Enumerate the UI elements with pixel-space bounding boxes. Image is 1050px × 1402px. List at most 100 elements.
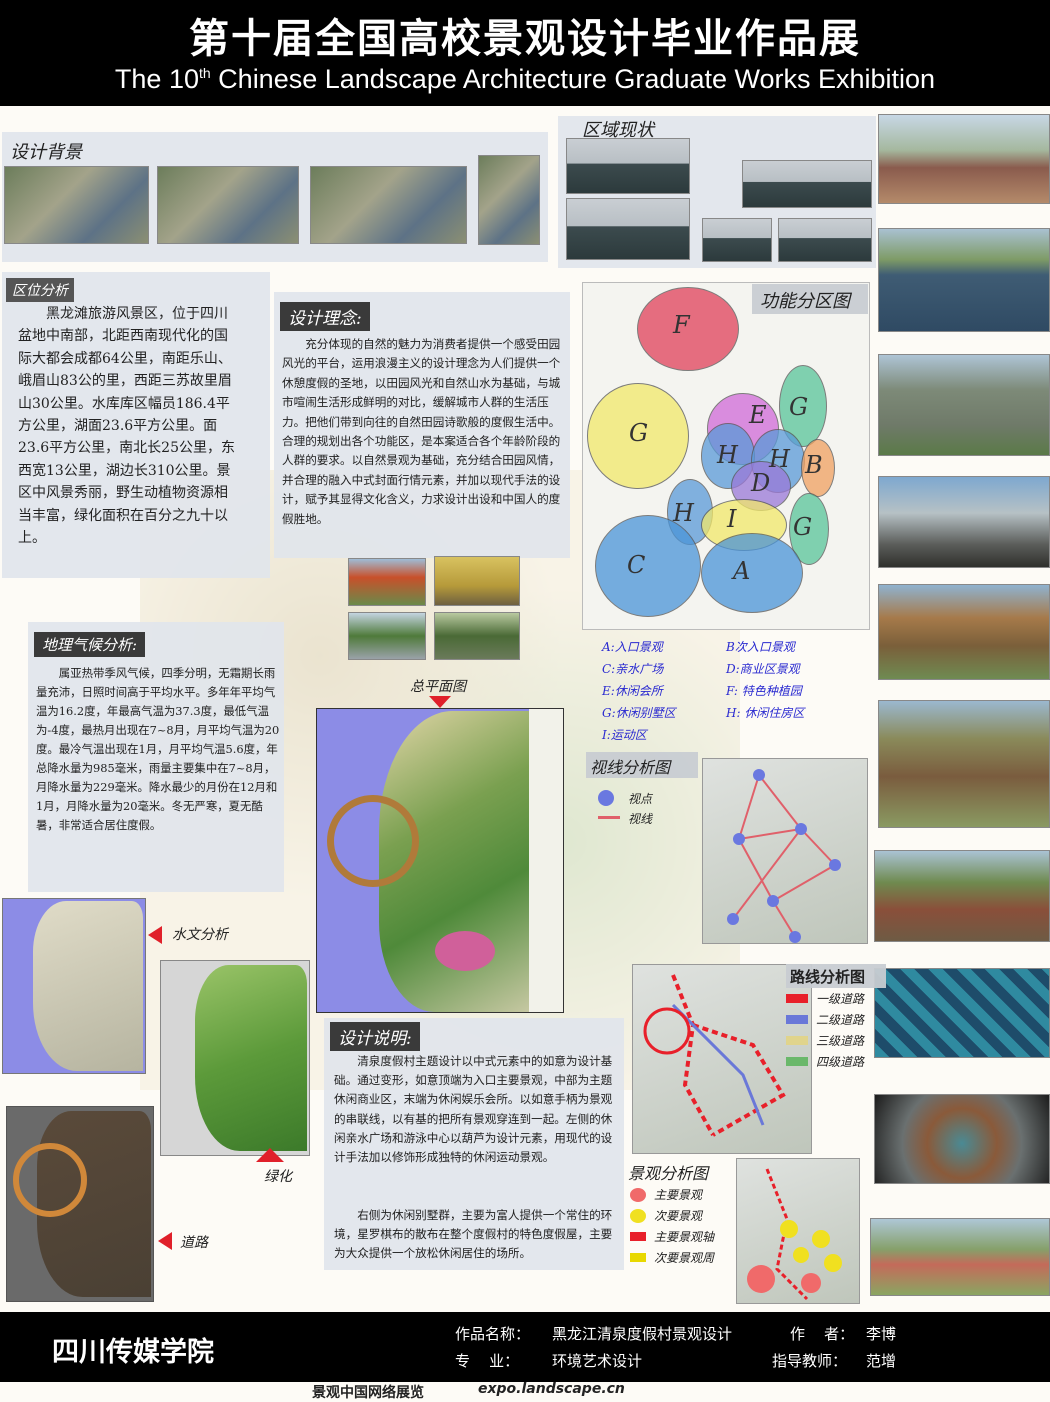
section-landscape: 景观分析图	[628, 1164, 709, 1183]
route-legend-1: 一级道路	[816, 992, 865, 1006]
zone-label-d: D	[751, 469, 771, 497]
render-round-plaza	[874, 1094, 1050, 1184]
landscape-swatch-2	[630, 1208, 646, 1223]
route-legend: 一级道路 二级道路 三级道路 四级道路	[786, 988, 872, 1069]
concept-text: 充分体现的自然的魅力为消费者提供一个感受田园风光的平台，运用浪漫主义的设计理念为…	[282, 337, 561, 526]
road-map	[6, 1106, 154, 1302]
landscape-legend-3: 主要景观轴	[654, 1230, 715, 1244]
landscape-legend-1: 主要景观	[654, 1188, 703, 1202]
site-url[interactable]: expo.landscape.cn	[478, 1381, 625, 1397]
hydrology-arrow-icon	[148, 926, 162, 944]
satellite-map-1	[4, 166, 149, 244]
zone-label-c: C	[627, 551, 646, 579]
zone-legend: A:入口景观 B次入口景观 C:亲水广场 D:商业区景观 E:休闲会所 F: 特色种植…	[602, 636, 872, 746]
legend-a: A:入口景观	[602, 640, 663, 654]
legend-c: C:亲水广场	[602, 662, 664, 676]
section-master-plan: 总平面图	[410, 679, 466, 695]
author-value: 李博	[866, 1325, 897, 1343]
zone-label-g2: G	[789, 393, 809, 421]
zone-label-e: E	[749, 401, 767, 429]
zone-label-h1: H	[717, 441, 738, 469]
zone-label-g3: G	[793, 513, 813, 541]
render-entrance	[878, 476, 1050, 568]
photo-ginkgo-road	[434, 556, 520, 606]
zone-label-h3: H	[673, 499, 694, 527]
section-sight: 视线分析图	[590, 758, 671, 777]
photo-forest-path	[434, 612, 520, 660]
render-villa	[878, 354, 1050, 456]
lake-photo-1	[566, 138, 690, 194]
zone-label-h2: H	[769, 445, 790, 473]
zone-label-g1: G	[629, 419, 649, 447]
zone-a	[701, 533, 803, 613]
render-pond	[878, 228, 1050, 332]
title-english: The 10th Chinese Landscape Architecture …	[114, 64, 936, 94]
section-function-map: 功能分区图	[760, 291, 850, 312]
major-label: 专 业：	[455, 1352, 520, 1370]
sight-analysis-map	[702, 758, 868, 944]
satellite-map-3	[310, 166, 467, 244]
master-plan-map	[316, 708, 564, 1013]
title-chinese: 第十届全国高校景观设计毕业作品展	[189, 16, 861, 62]
hydrology-map	[2, 898, 146, 1074]
school-name: 四川传媒学院	[52, 1337, 214, 1368]
landscape-swatch-1	[630, 1187, 646, 1202]
greenery-map	[160, 960, 310, 1156]
landscape-legend-4: 次要景观周	[654, 1251, 715, 1265]
render-pool	[874, 968, 1050, 1058]
location-text: 黑龙滩旅游风景区，位于四川盆地中南部，北距西南现代化的国际大都会成都64公里，南…	[18, 306, 235, 547]
zone-label-f: F	[673, 311, 690, 339]
landscape-analysis-map	[736, 1158, 860, 1304]
legend-b: B次入口景观	[726, 640, 795, 654]
site-name: 景观中国网络展览	[312, 1385, 424, 1401]
legend-g: G:休闲别墅区	[602, 706, 676, 720]
legend-h: H: 休闲住房区	[726, 706, 805, 720]
render-pergola	[878, 700, 1050, 828]
label-hydrology: 水文分析	[172, 927, 228, 943]
section-description: 设计说明:	[330, 1022, 420, 1051]
landscape-legend: 主要景观 次要景观 主要景观轴 次要景观周	[630, 1184, 740, 1270]
legend-e: E:休闲会所	[602, 684, 663, 698]
label-greenery: 绿化	[264, 1169, 292, 1185]
render-plaza	[878, 114, 1050, 204]
zone-label-b: B	[805, 451, 823, 479]
photo-autumn-tree	[348, 558, 426, 606]
lake-photo-2	[742, 160, 872, 208]
landscape-legend-2: 次要景观	[654, 1209, 703, 1223]
road-arrow-icon	[158, 1232, 172, 1250]
section-route: 路线分析图	[790, 968, 866, 986]
section-concept: 设计理念:	[280, 302, 370, 331]
route-legend-2: 二级道路	[816, 1013, 865, 1027]
work-name-label: 作品名称：	[455, 1325, 531, 1343]
legend-i: I:运动区	[602, 728, 647, 742]
render-cabin	[878, 584, 1050, 680]
description-text-1: 清泉度假村主题设计以中式元素中的如意为设计基础。通过变形，如意顶端为入口主要景观…	[334, 1054, 613, 1165]
section-design-background: 设计背景	[10, 142, 82, 163]
zone-label-a: A	[733, 557, 751, 585]
route-swatch-3	[786, 1036, 808, 1045]
legend-d: D:商业区景观	[726, 662, 800, 676]
landscape-swatch-4	[630, 1253, 646, 1262]
description-text-2: 右侧为休闲别墅群，主要为富人提供一个常住的环境，星罗棋布的散布在整个度假村的特色…	[334, 1208, 613, 1261]
render-garden	[874, 850, 1050, 942]
section-location: 区位分析	[6, 278, 74, 302]
advisor-label: 指导教师：	[772, 1352, 848, 1370]
legend-f: F: 特色种植园	[726, 684, 802, 698]
viewpoint-dot-icon	[598, 790, 614, 806]
route-legend-3: 三级道路	[816, 1034, 865, 1048]
major-value: 环境艺术设计	[552, 1352, 643, 1370]
lake-photo-4	[702, 218, 772, 262]
climate-text: 属亚热带季风气候，四季分明，无霜期长雨量充沛，日照时间高于平均水平。多年年平均气…	[36, 666, 280, 832]
route-swatch-4	[786, 1057, 808, 1066]
photo-park-path	[348, 612, 426, 660]
lake-photo-3	[566, 198, 690, 260]
route-legend-4: 四级道路	[816, 1055, 865, 1069]
zone-c	[595, 515, 701, 617]
label-road: 道路	[180, 1235, 208, 1251]
render-court	[870, 1218, 1050, 1296]
satellite-map-2	[157, 166, 299, 244]
author-label: 作 者：	[790, 1325, 855, 1343]
lake-photo-5	[778, 218, 872, 262]
satellite-map-4	[478, 155, 540, 245]
route-swatch-1	[786, 994, 808, 1003]
